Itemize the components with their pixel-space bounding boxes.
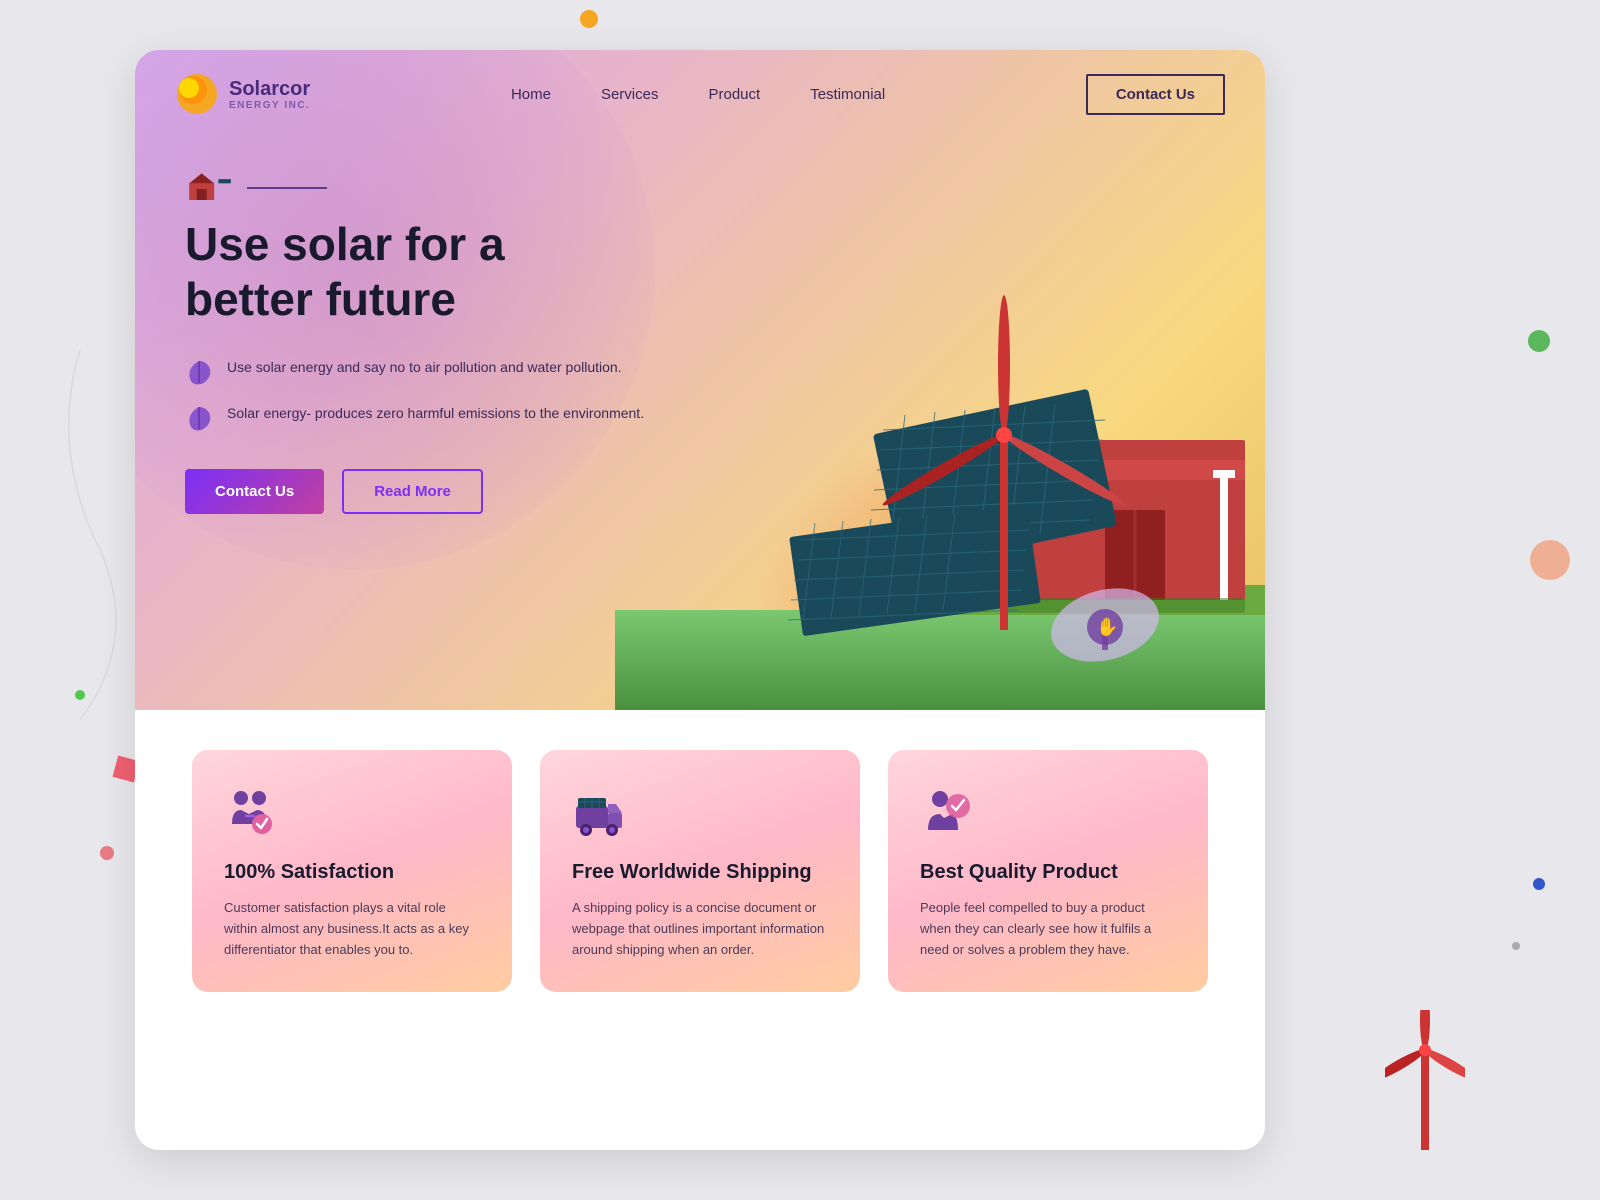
logo-name: Solarcor bbox=[229, 78, 310, 100]
hero-buttons: Contact Us Read More bbox=[185, 469, 685, 514]
bg-circle-pink bbox=[100, 846, 114, 860]
hero-feature-item-2: Solar energy- produces zero harmful emis… bbox=[185, 403, 685, 433]
card-desc-1: Customer satisfaction plays a vital role… bbox=[224, 898, 480, 960]
card-quality: Best Quality Product People feel compell… bbox=[888, 750, 1208, 992]
bg-circle-green2 bbox=[75, 690, 85, 700]
card-shipping: Free Worldwide Shipping A shipping polic… bbox=[540, 750, 860, 992]
logo-icon bbox=[175, 72, 219, 116]
main-card: ✋ Solarcor ENERGY INC. Home bbox=[135, 50, 1265, 1150]
bg-circle-white bbox=[1512, 942, 1520, 950]
hero-feature-item-1: Use solar energy and say no to air pollu… bbox=[185, 357, 685, 387]
card-satisfaction: 100% Satisfaction Customer satisfaction … bbox=[192, 750, 512, 992]
bg-circle-coral bbox=[1530, 540, 1570, 580]
hero-read-more-button[interactable]: Read More bbox=[342, 469, 483, 514]
hero-title: Use solar for a better future bbox=[185, 217, 685, 327]
svg-text:✋: ✋ bbox=[1096, 616, 1118, 637]
hero-barn-icon bbox=[185, 170, 235, 205]
nav-product[interactable]: Product bbox=[708, 86, 760, 103]
turbine-overlay bbox=[1385, 1010, 1465, 1150]
navbar: Solarcor ENERGY INC. Home Services Produ… bbox=[135, 50, 1265, 138]
satisfaction-icon bbox=[224, 786, 276, 838]
bg-circle-top bbox=[580, 10, 598, 28]
hero-content: Use solar for a better future Use solar … bbox=[185, 170, 685, 514]
hero-icon-line bbox=[247, 187, 327, 189]
nav-services[interactable]: Services bbox=[601, 86, 659, 103]
leaf-icon-2 bbox=[185, 405, 213, 433]
feature-text-1: Use solar energy and say no to air pollu… bbox=[227, 357, 622, 378]
logo-area: Solarcor ENERGY INC. bbox=[175, 72, 310, 116]
nav-home[interactable]: Home bbox=[511, 86, 551, 103]
card-title-1: 100% Satisfaction bbox=[224, 861, 480, 884]
card-title-2: Free Worldwide Shipping bbox=[572, 861, 828, 884]
hero-illustration: ✋ bbox=[615, 130, 1265, 710]
card-desc-3: People feel compelled to buy a product w… bbox=[920, 898, 1176, 960]
bg-circle-green bbox=[1528, 330, 1550, 352]
hero-features: Use solar energy and say no to air pollu… bbox=[185, 357, 685, 433]
hero-section: ✋ Solarcor ENERGY INC. Home bbox=[135, 50, 1265, 710]
cards-section: 100% Satisfaction Customer satisfaction … bbox=[135, 710, 1265, 1032]
logo-subtitle: ENERGY INC. bbox=[229, 100, 310, 111]
card-desc-2: A shipping policy is a concise document … bbox=[572, 898, 828, 960]
nav-links: Home Services Product Testimonial bbox=[511, 86, 885, 103]
quality-icon bbox=[920, 786, 972, 838]
feature-text-2: Solar energy- produces zero harmful emis… bbox=[227, 403, 644, 424]
nav-testimonial[interactable]: Testimonial bbox=[810, 86, 885, 103]
nav-contact-button[interactable]: Contact Us bbox=[1086, 74, 1225, 115]
hero-icon-bar bbox=[185, 170, 685, 205]
leaf-icon-1 bbox=[185, 359, 213, 387]
card-title-3: Best Quality Product bbox=[920, 861, 1176, 884]
hero-contact-button[interactable]: Contact Us bbox=[185, 469, 324, 514]
bg-circle-blue bbox=[1533, 878, 1545, 890]
shipping-icon bbox=[572, 786, 624, 838]
